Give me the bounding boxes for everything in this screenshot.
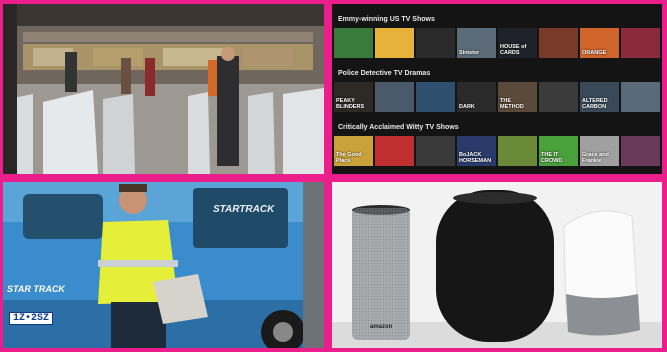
tv-row: PEAKY BLINDERS DARK THE METHOD ALTERED CARB… bbox=[332, 82, 662, 113]
show-tile[interactable]: HOUSE of CARDS bbox=[498, 28, 537, 58]
tv-row-title: Critically Acclaimed Witty TV Shows bbox=[338, 124, 459, 131]
show-tile[interactable] bbox=[416, 136, 455, 166]
show-tile-title: THE METHOD bbox=[500, 98, 524, 110]
store-gates-photo bbox=[3, 4, 324, 174]
show-tile-title: Grace and Frankie bbox=[582, 152, 609, 164]
show-tile[interactable]: Sinister bbox=[457, 28, 496, 58]
show-tile[interactable] bbox=[621, 136, 660, 166]
tv-row: The Good Place BoJACK HORSEMAN THE IT CROW… bbox=[332, 136, 662, 167]
show-tile-title: The Good Place bbox=[336, 152, 362, 164]
tv-row-title: Emmy-winning US TV Shows bbox=[338, 16, 435, 23]
show-tile[interactable] bbox=[375, 28, 414, 58]
show-tile[interactable]: BoJACK HORSEMAN bbox=[457, 136, 496, 166]
show-tile[interactable] bbox=[621, 82, 660, 112]
show-tile-title: PEAKY BLINDERS bbox=[336, 98, 365, 110]
show-tile[interactable] bbox=[621, 28, 660, 58]
streaming-rows-screenshot: Emmy-winning US TV Shows Sinister HOUSE of… bbox=[332, 4, 662, 174]
tv-row: Sinister HOUSE of CARDS ORANGE bbox=[332, 28, 662, 59]
show-tile-title: DARK bbox=[459, 104, 475, 110]
show-tile[interactable] bbox=[539, 82, 578, 112]
show-tile[interactable]: ALTERED CARBON bbox=[580, 82, 619, 112]
show-tile[interactable]: THE IT CROWD bbox=[539, 136, 578, 166]
show-tile[interactable] bbox=[334, 28, 373, 58]
show-tile[interactable] bbox=[416, 82, 455, 112]
show-tile[interactable] bbox=[375, 136, 414, 166]
tv-row-title: Police Detective TV Dramas bbox=[338, 70, 431, 77]
show-tile-title: THE IT CROWD bbox=[541, 152, 563, 164]
show-tile-title: ALTERED CARBON bbox=[582, 98, 608, 110]
collage: Emmy-winning US TV Shows Sinister HOUSE of… bbox=[0, 0, 667, 352]
show-tile[interactable]: The Good Place bbox=[334, 136, 373, 166]
van-side-logo: STAR TRACK bbox=[7, 284, 65, 294]
courier-van-photo: STAR TRACK STARTRACK 1Z•2SZ bbox=[3, 182, 324, 348]
show-tile-title: Sinister bbox=[459, 50, 480, 56]
store-gates-scene bbox=[3, 4, 324, 174]
license-plate: 1Z•2SZ bbox=[9, 312, 54, 325]
show-tile-title: BoJACK HORSEMAN bbox=[459, 152, 492, 164]
show-tile-title: ORANGE bbox=[582, 50, 607, 56]
show-tile-title: HOUSE of CARDS bbox=[500, 44, 527, 56]
show-tile[interactable] bbox=[416, 28, 455, 58]
show-tile[interactable]: PEAKY BLINDERS bbox=[334, 82, 373, 112]
show-tile[interactable] bbox=[539, 28, 578, 58]
show-tile[interactable] bbox=[375, 82, 414, 112]
show-tile[interactable]: THE METHOD bbox=[498, 82, 537, 112]
amazon-logo-text: amazon bbox=[370, 324, 393, 330]
show-tile[interactable]: ORANGE bbox=[580, 28, 619, 58]
show-tile[interactable]: DARK bbox=[457, 82, 496, 112]
van-front-logo: STARTRACK bbox=[213, 204, 275, 215]
show-tile[interactable] bbox=[498, 136, 537, 166]
smart-speakers-photo: amazon bbox=[332, 182, 662, 348]
show-tile[interactable]: Grace and Frankie bbox=[580, 136, 619, 166]
